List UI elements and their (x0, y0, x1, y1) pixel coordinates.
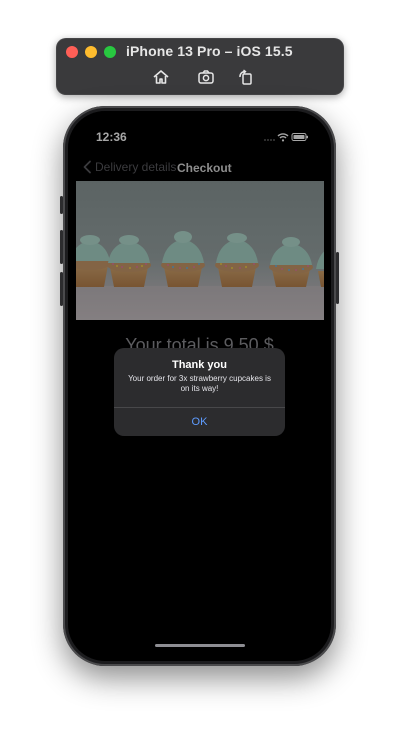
simulator-toolbar: iPhone 13 Pro – iOS 15.5 (56, 38, 344, 95)
minimize-window-button[interactable] (85, 46, 97, 58)
screenshot-icon[interactable] (197, 68, 215, 86)
phone-frame: 12:36 Delivery details Checkout Your tot… (60, 106, 339, 666)
alert-title: Thank you (171, 359, 227, 371)
volume-down-button (60, 272, 63, 306)
phone-screen: 12:36 Delivery details Checkout Your tot… (68, 111, 331, 661)
mute-switch (60, 196, 63, 214)
home-icon[interactable] (152, 68, 170, 86)
ok-button[interactable]: OK (114, 408, 285, 436)
zoom-window-button[interactable] (104, 46, 116, 58)
rotate-icon[interactable] (237, 68, 255, 86)
simulator-title: iPhone 13 Pro – iOS 15.5 (126, 43, 293, 59)
close-window-button[interactable] (66, 46, 78, 58)
volume-up-button (60, 230, 63, 264)
power-button (336, 252, 339, 304)
alert-message: Your order for 3x strawberry cupcakes is… (128, 374, 271, 393)
stage: iPhone 13 Pro – iOS 15.5 12:36 Delivery … (0, 0, 400, 743)
confirmation-alert: Thank you Your order for 3x strawberry c… (114, 348, 285, 436)
home-indicator[interactable] (155, 644, 245, 647)
